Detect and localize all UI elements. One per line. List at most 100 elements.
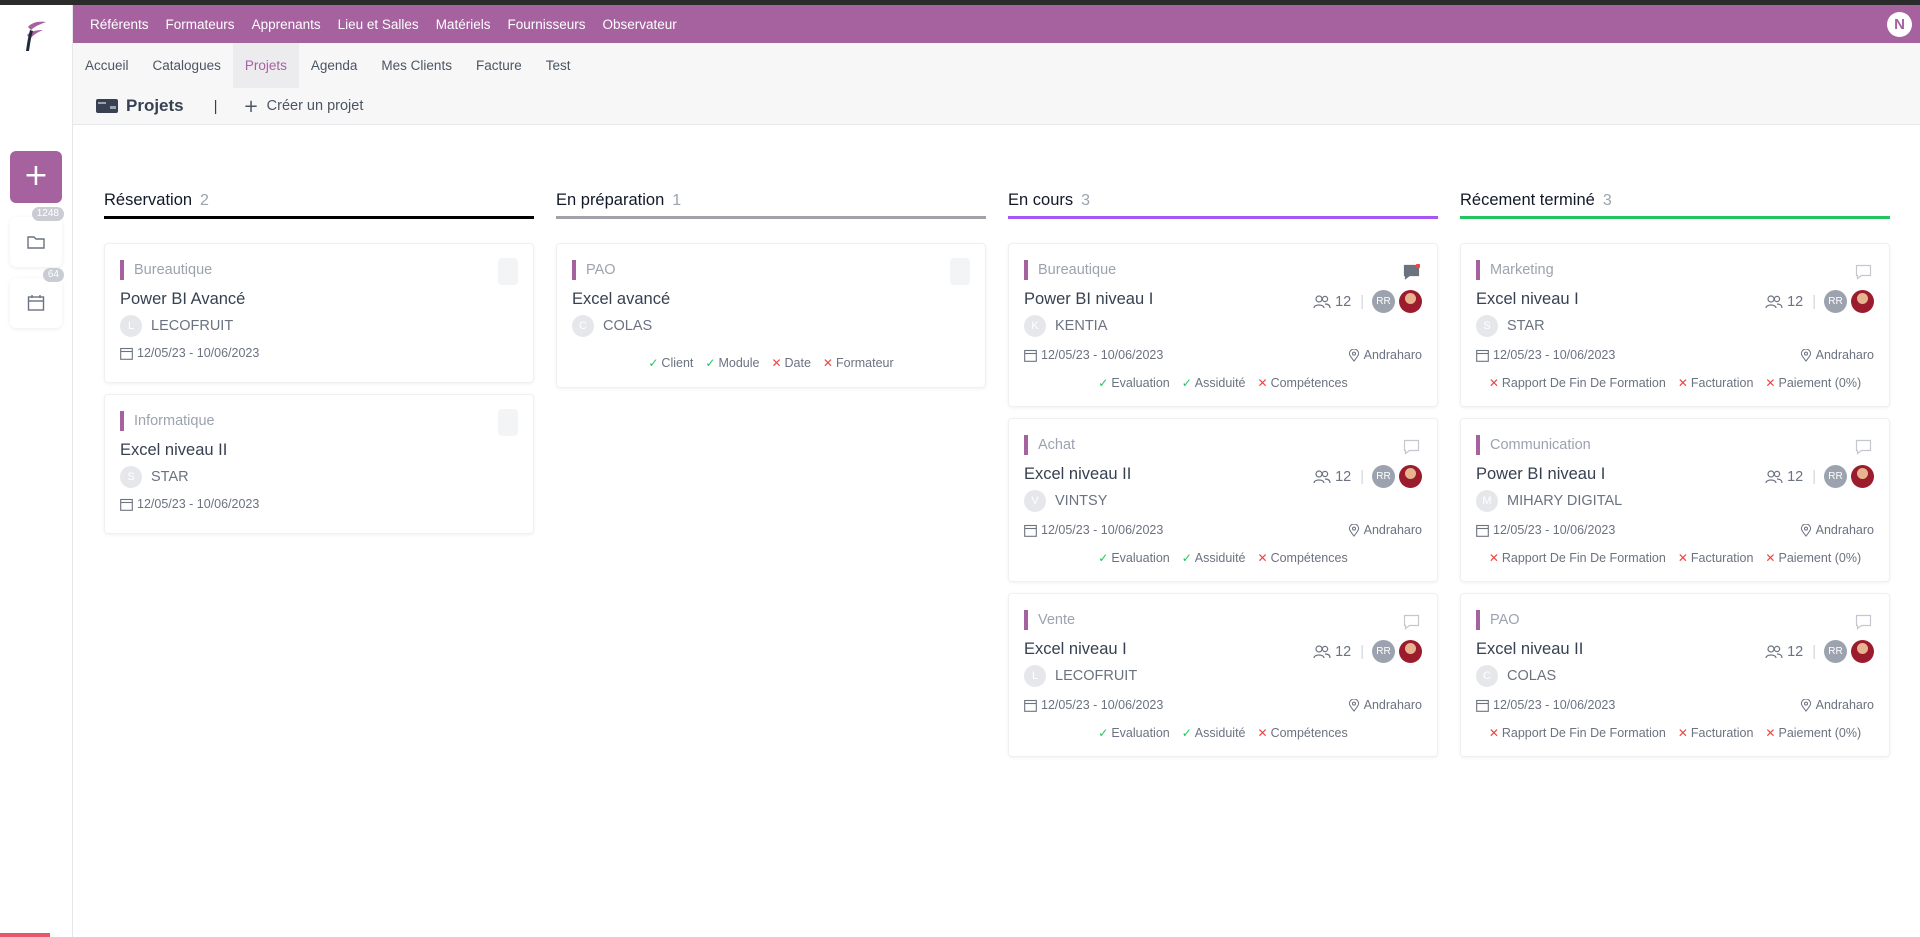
- tab-mes-clients[interactable]: Mes Clients: [369, 43, 464, 88]
- card-action-button[interactable]: [498, 409, 518, 436]
- client-name: KENTIA: [1055, 318, 1108, 334]
- calendar-icon: [120, 498, 133, 511]
- card-action-button[interactable]: [950, 258, 970, 285]
- user-photo-avatar[interactable]: [1399, 640, 1422, 663]
- user-photo-avatar[interactable]: [1851, 640, 1874, 663]
- trainer-avatar[interactable]: RR: [1372, 290, 1395, 313]
- column-header: Récement terminé 3: [1460, 185, 1890, 219]
- page-title: Projets: [126, 96, 184, 115]
- tab-catalogues[interactable]: Catalogues: [141, 43, 233, 88]
- tab-facture[interactable]: Facture: [464, 43, 534, 88]
- card-project-name[interactable]: Excel niveau II: [120, 441, 227, 460]
- trainer-avatar[interactable]: RR: [1372, 465, 1395, 488]
- project-card[interactable]: Marketing Excel niveau I S STAR 12/05/23 - 1…: [1460, 243, 1890, 407]
- user-avatar[interactable]: N: [1887, 12, 1912, 37]
- trainer-avatar[interactable]: RR: [1824, 465, 1847, 488]
- comment-icon[interactable]: [1403, 264, 1420, 280]
- card-dates: 12/05/23 - 10/06/2023: [1476, 348, 1615, 362]
- calendar-button[interactable]: 64: [10, 268, 64, 328]
- nav-observateur[interactable]: Observateur: [602, 17, 676, 32]
- app-logo-icon[interactable]: [22, 19, 48, 53]
- card-action-button[interactable]: [472, 258, 492, 285]
- card-actions: [472, 258, 518, 285]
- status-item: ✓ Evaluation: [1098, 726, 1169, 740]
- card-client: C COLAS: [1476, 665, 1556, 687]
- status-item: ✕ Rapport De Fin De Formation: [1489, 551, 1666, 565]
- card-action-button[interactable]: [498, 258, 518, 285]
- check-icon: ✓: [648, 356, 659, 370]
- project-card[interactable]: Vente Excel niveau I L LECOFRUIT 12/05/23 - …: [1008, 593, 1438, 757]
- location-pin-icon: [1348, 348, 1359, 362]
- client-initial-avatar: C: [1476, 665, 1498, 687]
- card-project-name[interactable]: Excel niveau I: [1476, 290, 1579, 309]
- project-card[interactable]: PAO Excel niveau II C COLAS 12/05/23 - 10/06…: [1460, 593, 1890, 757]
- client-name: LECOFRUIT: [1055, 668, 1138, 684]
- card-project-name[interactable]: Excel niveau II: [1476, 640, 1583, 659]
- nav-apprenants[interactable]: Apprenants: [252, 17, 321, 32]
- add-button[interactable]: +: [10, 151, 62, 203]
- comment-icon[interactable]: [1855, 614, 1872, 630]
- nav-referents[interactable]: Référents: [90, 17, 149, 32]
- card-action-button[interactable]: [924, 258, 944, 285]
- project-card[interactable]: Achat Excel niveau II V VINTSY 12/05/23 - 10…: [1008, 418, 1438, 582]
- comment-icon[interactable]: [1855, 439, 1872, 455]
- card-project-name[interactable]: Excel niveau I: [1024, 640, 1127, 659]
- participant-count: 12: [1787, 643, 1804, 660]
- project-card[interactable]: Bureautique Power BI Avancé L LECOFRUIT 12/0…: [104, 243, 534, 383]
- tab-agenda[interactable]: Agenda: [299, 43, 370, 88]
- comment-icon[interactable]: [1855, 264, 1872, 280]
- user-photo-avatar[interactable]: [1851, 290, 1874, 313]
- card-actions: [924, 258, 970, 285]
- user-photo-avatar[interactable]: [1851, 465, 1874, 488]
- card-project-name[interactable]: Power BI Avancé: [120, 290, 245, 309]
- location-name: Andraharo: [1815, 523, 1874, 537]
- cross-icon: ✕: [1257, 726, 1268, 740]
- card-location: Andraharo: [1800, 348, 1874, 362]
- user-photo-avatar[interactable]: [1399, 290, 1422, 313]
- tab-test[interactable]: Test: [534, 43, 583, 88]
- trainer-avatar[interactable]: RR: [1372, 640, 1395, 663]
- project-card[interactable]: Bureautique Power BI niveau I K KENTIA 12/05…: [1008, 243, 1438, 407]
- user-photo-avatar[interactable]: [1399, 465, 1422, 488]
- card-participants: 12 | RR: [1313, 640, 1422, 663]
- nav-materiels[interactable]: Matériels: [436, 17, 491, 32]
- project-card[interactable]: PAO Excel avancé C COLAS ✓ Client ✓ Module ✕ Date…: [556, 243, 986, 388]
- nav-fournisseurs[interactable]: Fournisseurs: [507, 17, 585, 32]
- nav-formateurs[interactable]: Formateurs: [166, 17, 235, 32]
- status-item: ✓ Assiduité: [1182, 376, 1246, 390]
- status-label: Rapport De Fin De Formation: [1501, 376, 1666, 390]
- column-3: Récement terminé 3: [1460, 185, 1890, 219]
- participants-icon: [1765, 644, 1783, 658]
- project-card[interactable]: Communication Power BI niveau I M MIHARY DI…: [1460, 418, 1890, 582]
- column-2: En cours 3: [1008, 185, 1438, 219]
- status-item: ✕ Facturation: [1678, 551, 1754, 565]
- nav-lieu-salles[interactable]: Lieu et Salles: [338, 17, 419, 32]
- cross-icon: ✕: [1765, 726, 1776, 740]
- trainer-avatar[interactable]: RR: [1824, 640, 1847, 663]
- status-item: ✓ Assiduité: [1182, 726, 1246, 740]
- location-name: Andraharo: [1815, 698, 1874, 712]
- card-category: Achat: [1024, 435, 1075, 455]
- tab-accueil[interactable]: Accueil: [73, 43, 141, 88]
- card-status-checks: ✓ Client ✓ Module ✕ Date ✕ Formateur: [557, 356, 985, 370]
- project-card[interactable]: Informatique Excel niveau II S STAR 12/05/23…: [104, 394, 534, 534]
- card-project-name[interactable]: Power BI niveau I: [1476, 465, 1605, 484]
- status-item: ✕ Rapport De Fin De Formation: [1489, 726, 1666, 740]
- column-count: 3: [1081, 191, 1091, 209]
- column-header: Réservation 2: [104, 185, 534, 219]
- card-client: S STAR: [1476, 315, 1545, 337]
- card-project-name[interactable]: Power BI niveau I: [1024, 290, 1153, 309]
- participants-icon: [1765, 469, 1783, 483]
- card-location: Andraharo: [1348, 698, 1422, 712]
- column-title: Récement terminé: [1460, 191, 1595, 209]
- card-project-name[interactable]: Excel niveau II: [1024, 465, 1131, 484]
- folder-button[interactable]: 1248: [10, 207, 64, 267]
- tab-projets[interactable]: Projets: [232, 43, 299, 88]
- comment-icon[interactable]: [1403, 439, 1420, 455]
- trainer-avatar[interactable]: RR: [1824, 290, 1847, 313]
- comment-icon[interactable]: [1403, 614, 1420, 630]
- create-project-button[interactable]: + Créer un projet: [244, 96, 364, 117]
- card-action-button[interactable]: [472, 409, 492, 436]
- status-label: Paiement (0%): [1778, 726, 1862, 740]
- card-project-name[interactable]: Excel avancé: [572, 290, 670, 309]
